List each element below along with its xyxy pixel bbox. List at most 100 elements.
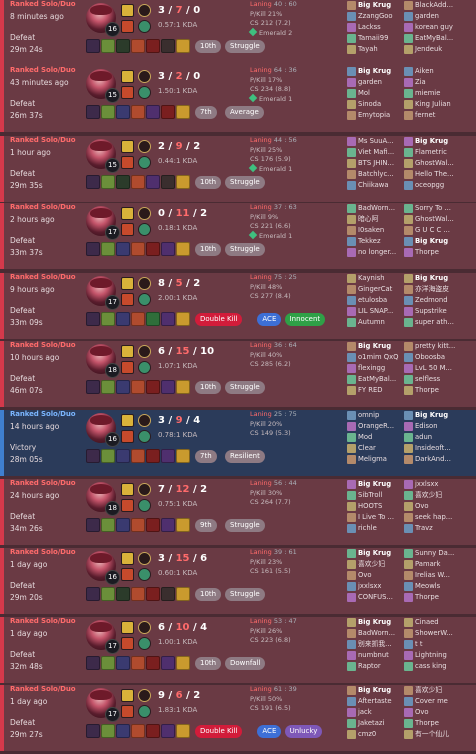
player-entry[interactable]: richle [347,523,405,534]
player-entry[interactable]: EatMyBal... [404,33,462,44]
player-entry[interactable]: Ovo [347,570,405,581]
item-slot-icon[interactable] [131,242,145,256]
primary-rune-icon[interactable] [138,277,151,290]
summoner-spell-ignite-icon[interactable] [121,499,134,512]
player-entry[interactable]: Meligma [347,454,405,465]
item-slot-icon[interactable] [176,518,190,532]
item-slot-icon[interactable] [176,242,190,256]
summoner-spell-flash-icon[interactable] [121,4,134,17]
match-row[interactable]: Ranked Solo/Duo 2 hours ago Defeat 33m 37s 1… [0,203,476,269]
player-entry[interactable]: Zedmond [404,295,462,306]
match-row[interactable]: Ranked Solo/Duo 1 day ago Defeat 29m 20s 16 3… [0,548,476,614]
item-slot-icon[interactable] [116,175,130,189]
secondary-rune-icon[interactable] [138,568,151,581]
summoner-spell-flash-icon[interactable] [121,414,134,427]
player-entry[interactable]: Autumn [347,317,405,328]
player-entry[interactable]: Pamark [404,559,462,570]
summoner-spell-flash-icon[interactable] [121,621,134,634]
player-entry[interactable]: seek hap... [404,512,462,523]
summoner-spell-flash-icon[interactable] [121,552,134,565]
player-entry[interactable]: Big Krug [404,410,462,421]
summoner-spell-ignite-icon[interactable] [121,637,134,650]
player-entry[interactable]: adun [404,432,462,443]
item-slot-icon[interactable] [146,175,160,189]
player-entry[interactable]: Thorpe [404,385,462,396]
player-entry[interactable]: Supstrike [404,306,462,317]
item-slot-icon[interactable] [131,105,145,119]
item-slot-icon[interactable] [146,587,160,601]
item-slot-icon[interactable] [176,312,190,326]
player-entry[interactable]: 喜欢少妇 [404,685,462,696]
player-entry[interactable]: Ovo [404,501,462,512]
item-slot-icon[interactable] [86,312,100,326]
player-entry[interactable]: 亦洋海盗皮 [404,284,462,295]
item-slot-icon[interactable] [176,105,190,119]
player-entry[interactable]: ShowerW... [404,628,462,639]
player-entry[interactable]: ZzangGoo [347,11,405,22]
item-slot-icon[interactable] [131,587,145,601]
player-entry[interactable]: LvL 50 M... [404,363,462,374]
item-slot-icon[interactable] [146,242,160,256]
primary-rune-icon[interactable] [138,345,151,358]
item-slot-icon[interactable] [116,312,130,326]
item-slot-icon[interactable] [161,242,175,256]
item-slot-icon[interactable] [86,656,100,670]
item-slot-icon[interactable] [146,449,160,463]
player-entry[interactable]: Big Krug [347,548,405,559]
summoner-spell-ignite-icon[interactable] [121,223,134,236]
player-entry[interactable]: Big Krug [347,479,405,490]
player-entry[interactable]: 有一个仙儿 [404,729,462,740]
player-entry[interactable]: jxxlsxx [347,581,405,592]
item-slot-icon[interactable] [86,175,100,189]
summoner-spell-flash-icon[interactable] [121,345,134,358]
player-entry[interactable]: Jaketazi [347,718,405,729]
item-slot-icon[interactable] [116,449,130,463]
player-entry[interactable]: Meowls [404,581,462,592]
item-slot-icon[interactable] [146,105,160,119]
player-entry[interactable]: Raptor [347,661,405,672]
match-row[interactable]: Ranked Solo/Duo 8 minutes ago Defeat 29m 24… [0,0,476,66]
match-row[interactable]: Ranked Solo/Duo 1 day ago Defeat 32m 48s 17 6… [0,617,476,683]
player-entry[interactable]: 别来抓我... [347,639,405,650]
match-row[interactable]: Ranked Solo/Duo 10 hours ago Defeat 46m 07s… [0,341,476,407]
player-entry[interactable]: no longer... [347,247,405,258]
item-slot-icon[interactable] [116,724,130,738]
item-slot-icon[interactable] [131,39,145,53]
item-slot-icon[interactable] [86,518,100,532]
secondary-rune-icon[interactable] [138,156,151,169]
summoner-spell-flash-icon[interactable] [121,140,134,153]
player-entry[interactable]: Clear [347,443,405,454]
primary-rune-icon[interactable] [138,207,151,220]
item-slot-icon[interactable] [176,380,190,394]
player-entry[interactable]: selfless [404,374,462,385]
item-slot-icon[interactable] [131,380,145,394]
player-entry[interactable]: Tayah [347,44,405,55]
item-slot-icon[interactable] [116,39,130,53]
item-slot-icon[interactable] [101,587,115,601]
item-slot-icon[interactable] [116,518,130,532]
player-entry[interactable]: miemie [404,88,462,99]
player-entry[interactable]: BTS JHIN... [347,158,405,169]
item-slot-icon[interactable] [116,587,130,601]
item-slot-icon[interactable] [146,724,160,738]
summoner-spell-ignite-icon[interactable] [121,293,134,306]
summoner-spell-ignite-icon[interactable] [121,705,134,718]
item-slot-icon[interactable] [176,39,190,53]
player-entry[interactable]: Cinaed [404,617,462,628]
player-entry[interactable]: o1mim QxQ [347,352,405,363]
item-slot-icon[interactable] [131,656,145,670]
player-entry[interactable]: GhostWal... [404,158,462,169]
player-entry[interactable]: garden [404,11,462,22]
player-entry[interactable]: Viet Mafi... [347,147,405,158]
primary-rune-icon[interactable] [138,621,151,634]
item-slot-icon[interactable] [101,724,115,738]
primary-rune-icon[interactable] [138,4,151,17]
match-row[interactable]: Ranked Solo/Duo 14 hours ago Victory 28m 05… [0,410,476,476]
player-entry[interactable]: korean guy [404,22,462,33]
item-slot-icon[interactable] [176,587,190,601]
player-entry[interactable]: Thorpe [404,592,462,603]
player-entry[interactable]: Big Krug [404,136,462,147]
player-entry[interactable]: LIL SNAP... [347,306,405,317]
player-entry[interactable]: I Live To ... [347,512,405,523]
player-entry[interactable]: FY RED [347,385,405,396]
